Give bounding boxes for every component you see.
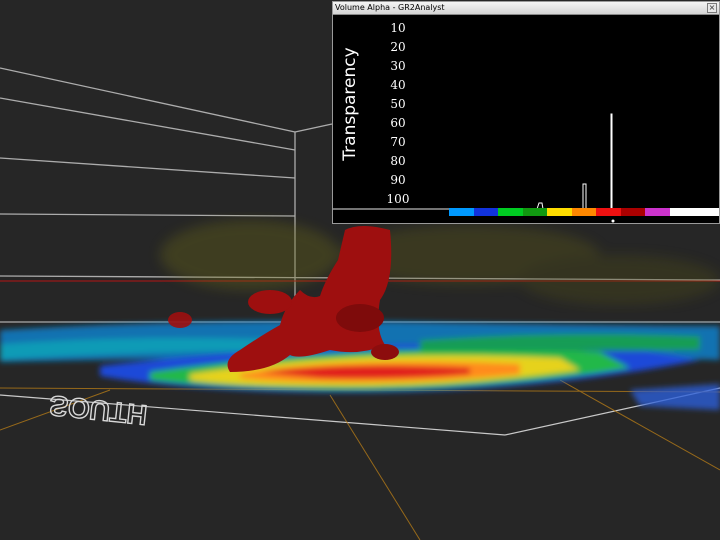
color-scale-bar: [449, 208, 720, 216]
color-scale-segment: [571, 208, 597, 216]
transparency-curve: [449, 113, 719, 210]
window-titlebar[interactable]: Volume Alpha - GR2Analyst ×: [333, 2, 719, 15]
color-scale-segment: [669, 208, 695, 216]
color-scale-segment: [596, 208, 621, 216]
color-scale-segment: [694, 208, 720, 216]
color-scale-segment: [620, 208, 646, 216]
color-scale-segment: [449, 208, 474, 216]
south-label: SOUTH: [48, 390, 149, 431]
close-icon: ×: [708, 3, 716, 12]
curve-handle: [611, 219, 615, 223]
color-scale-segment: [473, 208, 499, 216]
color-scale-segment: [522, 208, 548, 216]
color-scale-segment: [547, 208, 572, 216]
volume-alpha-window[interactable]: Volume Alpha - GR2Analyst × Transparency…: [332, 1, 720, 224]
color-scale-segment: [645, 208, 670, 216]
close-button[interactable]: ×: [707, 3, 717, 13]
transparency-curve-plot[interactable]: [333, 16, 719, 224]
color-scale-segment: [498, 208, 523, 216]
volume-haze: [160, 220, 720, 305]
window-title: Volume Alpha - GR2Analyst: [335, 3, 445, 12]
